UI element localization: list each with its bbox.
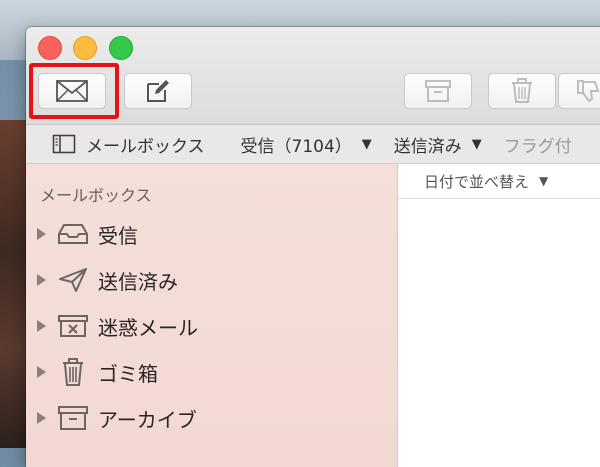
inbox-tray-icon [56, 219, 90, 249]
archive-button[interactable] [404, 73, 472, 109]
chevron-down-icon: ▼ [539, 174, 549, 188]
compose-button[interactable] [124, 73, 192, 109]
chevron-down-icon: ▼ [361, 136, 372, 152]
sidebar-item-junk[interactable]: 迷惑メール [26, 306, 397, 346]
sidebar-item-label: ゴミ箱 [98, 361, 158, 386]
close-window-button[interactable] [38, 36, 62, 60]
favorites-bar: メールボックス 受信（7104） ▼ 送信済み ▼ フラグ付 [26, 125, 600, 164]
favorites-flagged-button[interactable]: フラグ付 [504, 132, 572, 157]
favorites-sent-label: 送信済み [393, 136, 462, 157]
sidebar-item-sent[interactable]: 送信済み [26, 260, 397, 300]
archive-box-icon [56, 403, 90, 433]
sidebar-item-trash[interactable]: ゴミ箱 [26, 352, 397, 392]
sidebar-item-label: 迷惑メール [98, 315, 198, 340]
chevron-down-icon: ▼ [471, 136, 482, 152]
sort-header[interactable]: 日付で並べ替え ▼ [398, 164, 600, 199]
disclosure-triangle-icon[interactable] [37, 228, 46, 240]
delete-button[interactable] [488, 73, 556, 109]
trash-icon [56, 357, 90, 387]
archive-icon [425, 80, 451, 102]
favorites-inbox-label: 受信（7104） [240, 136, 352, 157]
thumbs-down-icon [577, 80, 600, 103]
disclosure-triangle-icon[interactable] [37, 412, 46, 424]
junk-button[interactable] [558, 73, 600, 109]
sidebar-heading: メールボックス [40, 186, 152, 205]
toolbar [26, 27, 600, 125]
compose-icon [147, 80, 169, 102]
favorites-inbox-button[interactable]: 受信（7104） ▼ [241, 132, 372, 157]
sort-label: 日付で並べ替え [424, 172, 530, 191]
sidebar-item-label: 送信済み [98, 269, 178, 294]
junk-box-icon [56, 311, 90, 341]
favorites-mailboxes-button[interactable]: メールボックス [52, 132, 205, 157]
paper-plane-icon [56, 265, 90, 295]
disclosure-triangle-icon[interactable] [37, 274, 46, 286]
favorites-mailboxes-label: メールボックス [86, 136, 205, 157]
sidebar-item-inbox[interactable]: 受信 [26, 214, 397, 254]
get-mail-highlight [29, 63, 119, 119]
favorites-sent-button[interactable]: 送信済み ▼ [394, 132, 482, 157]
sidebar-toggle-icon [52, 134, 76, 154]
mail-window: メールボックス 受信（7104） ▼ 送信済み ▼ フラグ付 メールボックス 受… [26, 27, 600, 467]
sidebar-item-label: 受信 [98, 223, 138, 248]
minimize-window-button[interactable] [73, 36, 97, 60]
favorites-flagged-label: フラグ付 [503, 136, 572, 157]
sidebar-item-archive[interactable]: アーカイブ [26, 398, 397, 438]
sidebar-item-label: アーカイブ [98, 407, 197, 432]
message-list: 日付で並べ替え ▼ [398, 164, 600, 467]
zoom-window-button[interactable] [109, 36, 133, 60]
disclosure-triangle-icon[interactable] [37, 320, 46, 332]
mailbox-sidebar: メールボックス 受信 送信済み 迷惑メール ゴミ箱 アーカイブ [26, 164, 398, 467]
trash-icon [512, 78, 532, 103]
disclosure-triangle-icon[interactable] [37, 366, 46, 378]
